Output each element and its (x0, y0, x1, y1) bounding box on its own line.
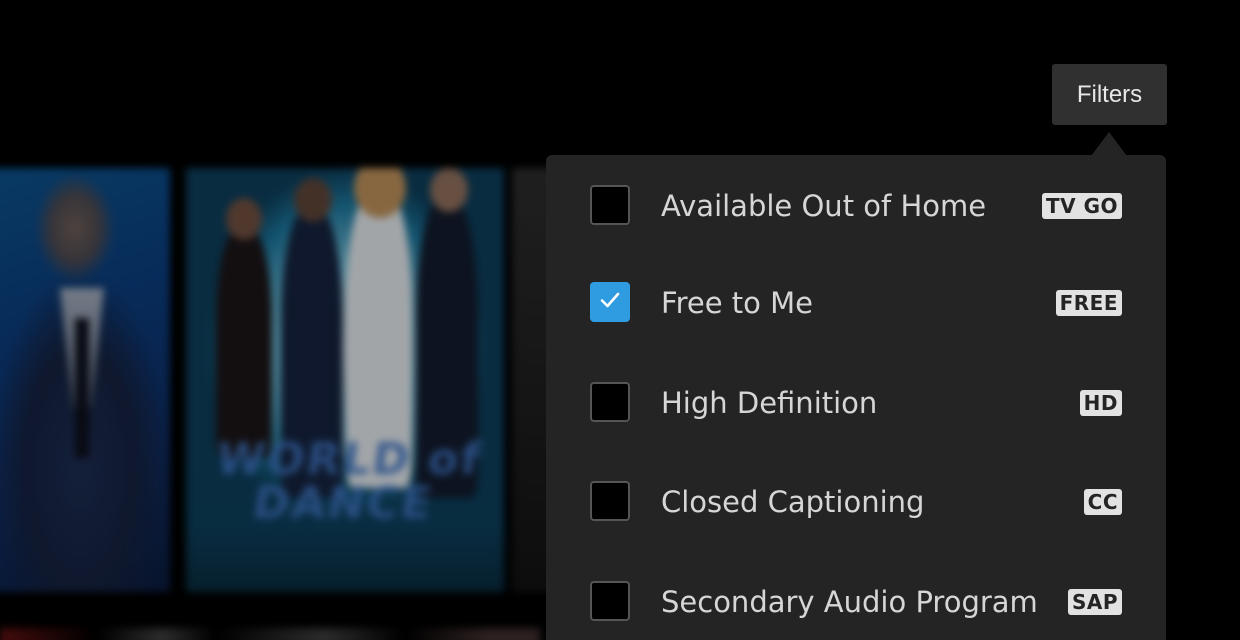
screen: WORLD of DANCE Filters Available Out of … (0, 0, 1240, 640)
filter-option-free-to-me[interactable]: Free to Me FREE (546, 263, 1166, 343)
filter-option-label: Secondary Audio Program (661, 585, 1038, 619)
dropdown-pointer (1091, 132, 1127, 156)
filter-option-label: High Definition (661, 386, 878, 420)
filter-option-available-out-of-home[interactable]: Available Out of Home TV GO (546, 166, 1166, 246)
check-icon (600, 292, 620, 308)
sap-badge: SAP (1067, 589, 1122, 615)
hd-badge: HD (1079, 390, 1122, 416)
checkbox-checked[interactable] (590, 282, 630, 322)
filter-option-closed-captioning[interactable]: Closed Captioning CC (546, 462, 1166, 542)
filter-option-label: Free to Me (661, 286, 813, 320)
checkbox[interactable] (590, 481, 630, 521)
filters-dropdown-panel: Available Out of Home TV GO Free to Me F… (546, 155, 1166, 640)
filter-option-secondary-audio-program[interactable]: Secondary Audio Program SAP (546, 562, 1166, 640)
checkbox[interactable] (590, 185, 630, 225)
filter-option-label: Closed Captioning (661, 485, 925, 519)
filter-option-label: Available Out of Home (661, 189, 987, 223)
filter-option-high-definition[interactable]: High Definition HD (546, 363, 1166, 443)
checkbox[interactable] (590, 581, 630, 621)
cc-badge: CC (1083, 489, 1122, 515)
filters-button[interactable]: Filters (1052, 64, 1167, 125)
checkbox[interactable] (590, 382, 630, 422)
free-badge: FREE (1055, 290, 1122, 316)
tv-go-badge: TV GO (1041, 193, 1122, 219)
